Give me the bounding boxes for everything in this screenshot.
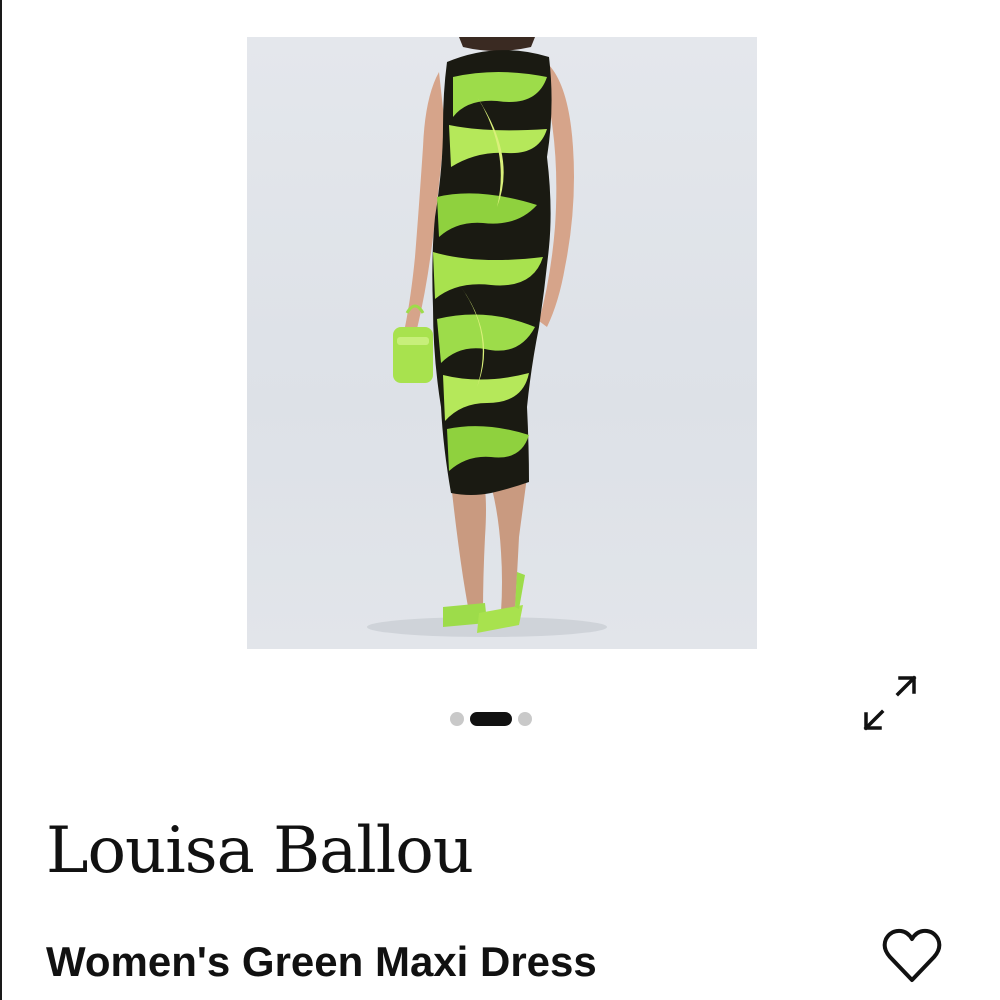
product-page: Louisa Ballou Women's Green Maxi Dress bbox=[0, 0, 1000, 1000]
expand-arrows-icon bbox=[863, 675, 917, 731]
expand-image-button[interactable] bbox=[860, 674, 920, 734]
brand-title[interactable]: Louisa Ballou bbox=[46, 806, 474, 896]
product-image[interactable] bbox=[247, 37, 757, 649]
carousel-dot-2-active[interactable] bbox=[470, 712, 512, 726]
dress-photo bbox=[367, 37, 607, 637]
carousel-dot-1[interactable] bbox=[450, 712, 464, 726]
heart-outline-icon bbox=[882, 928, 942, 982]
carousel-dot-3[interactable] bbox=[518, 712, 532, 726]
carousel-pagination bbox=[450, 710, 532, 728]
wishlist-button[interactable] bbox=[880, 924, 944, 988]
product-name: Women's Green Maxi Dress bbox=[46, 938, 597, 985]
